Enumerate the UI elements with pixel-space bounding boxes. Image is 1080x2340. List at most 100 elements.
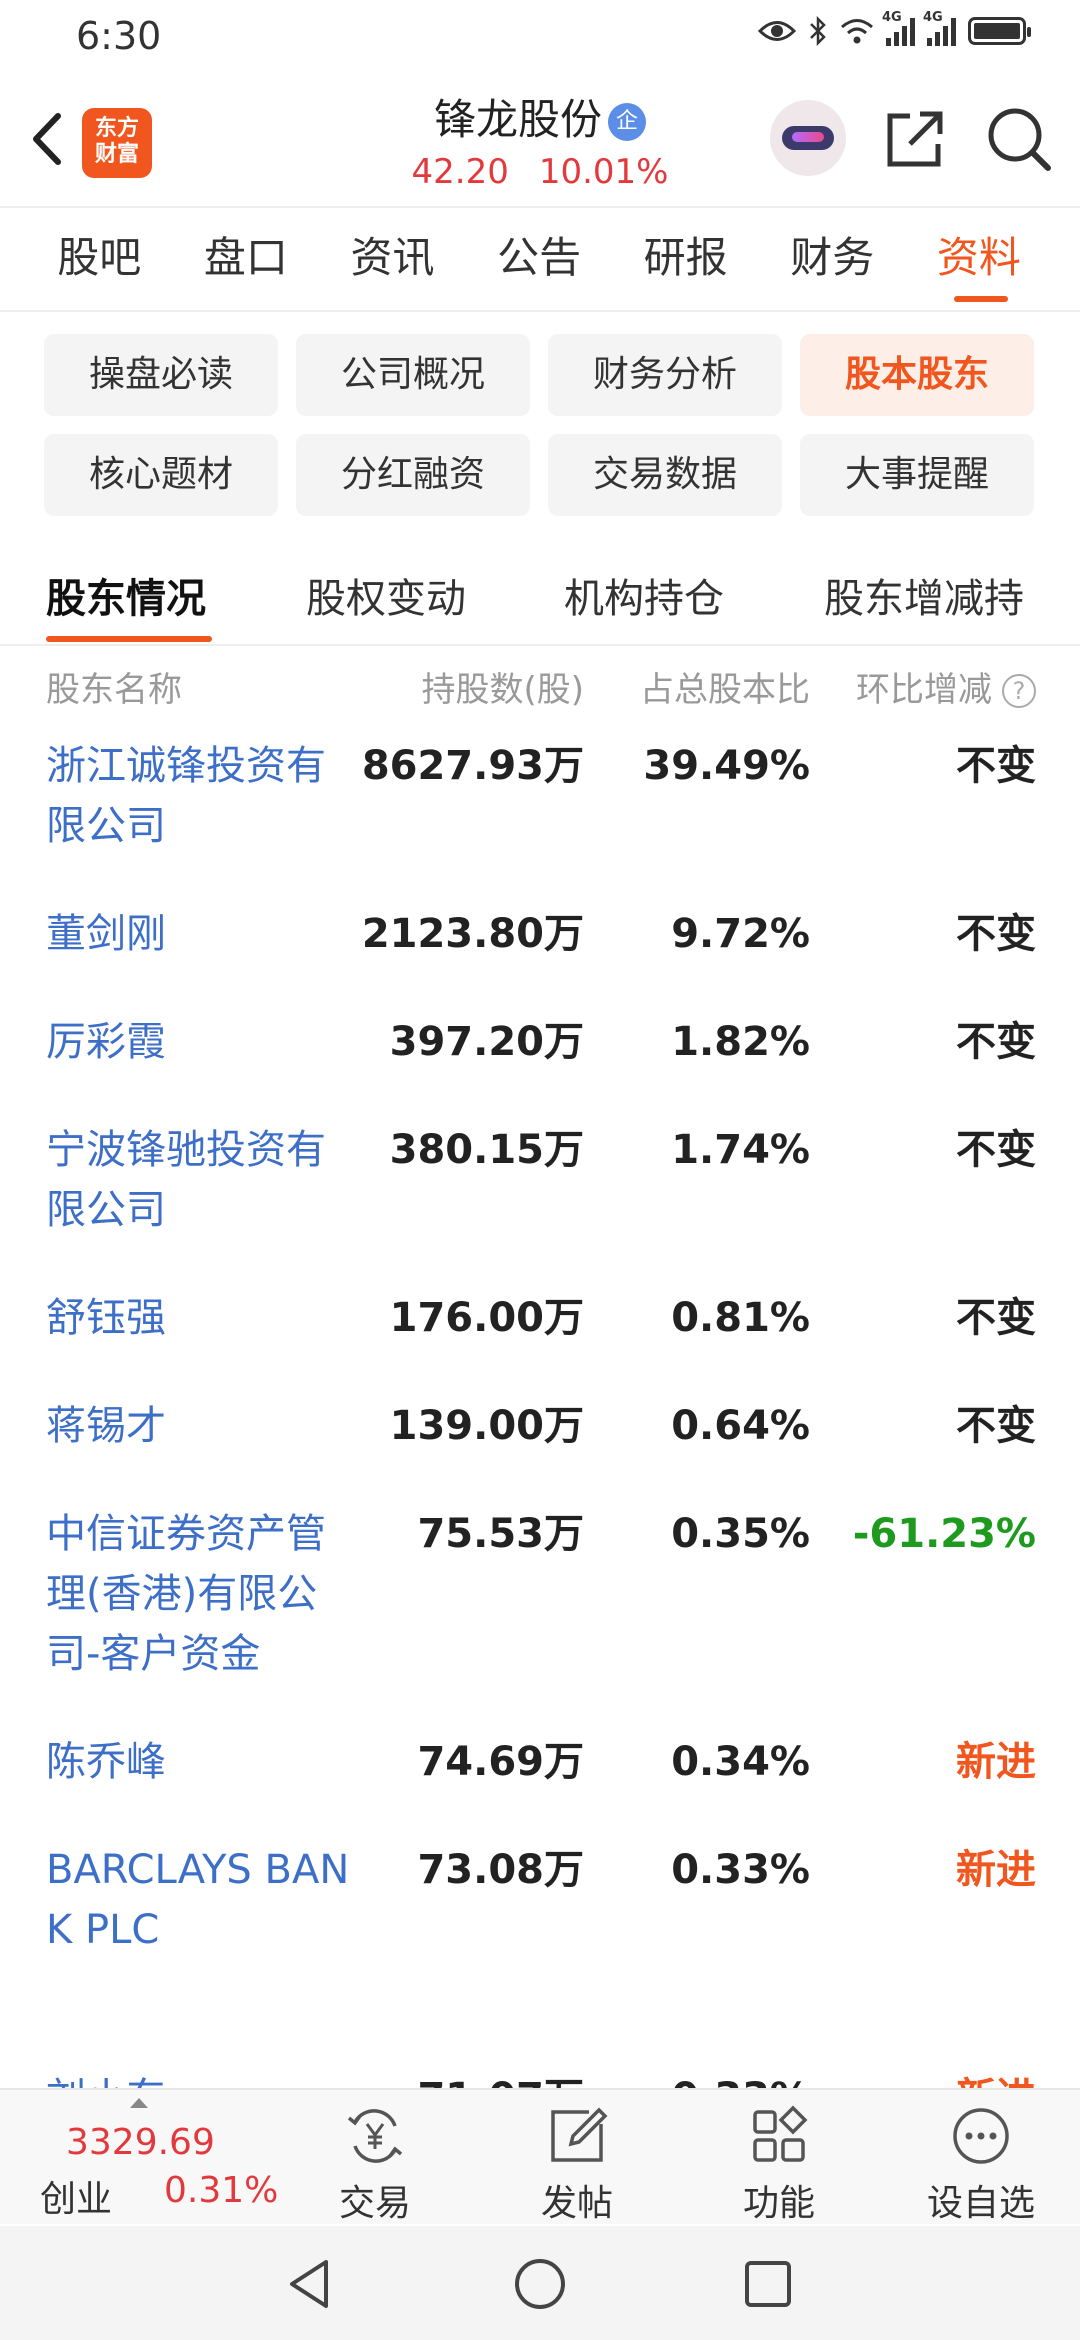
active-tab-indicator (46, 636, 212, 642)
stock-price: 42.20 (411, 152, 509, 192)
nav-functions-label: 功能 (742, 2183, 815, 2224)
section-divider (0, 644, 1080, 646)
shares-count: 397.20万 (389, 1019, 584, 1065)
bluetooth-icon (810, 16, 826, 46)
index-name: 创业 (40, 2179, 113, 2220)
tab-institution-holdings[interactable]: 机构持仓 (564, 566, 724, 624)
table-row[interactable]: 董剑刚 2123.80万 9.72% 不变 (0, 888, 1080, 996)
trading-data-button[interactable]: 交易数据 (548, 434, 782, 516)
tab-notice[interactable]: 公告 (466, 206, 613, 310)
nav-add-watchlist-label: 设自选 (926, 2183, 1035, 2224)
stock-header: 东方 财富 锋龙股份企 42.20 10.01% (0, 70, 1080, 206)
dividend-financing-button[interactable]: 分红融资 (296, 434, 530, 516)
nav-functions-button[interactable]: 功能 (714, 2104, 844, 2226)
shareholder-name-link[interactable]: 厉彩霞 (46, 1012, 356, 1072)
trading-guide-button[interactable]: 操盘必读 (44, 334, 278, 416)
change-value: 新进 (956, 1847, 1036, 1893)
tab-forum[interactable]: 股吧 (26, 206, 173, 310)
shares-count: 8627.93万 (361, 743, 584, 789)
tab-research[interactable]: 研报 (612, 206, 759, 310)
stock-change-pct: 10.01% (538, 152, 669, 192)
share-ratio: 1.82% (671, 1019, 810, 1065)
shareholder-tabs: 股东情况 股权变动 机构持仓 股东增减持 (0, 544, 1080, 644)
ai-assistant-icon[interactable] (770, 100, 846, 176)
shareholder-name-link[interactable]: 浙江诚锋投资有限公司 (46, 736, 356, 856)
signal-icon: 4G (882, 10, 915, 46)
shares-count: 2123.80万 (361, 911, 584, 957)
nav-trade-label: 交易 (338, 2183, 411, 2224)
shareholder-name-link[interactable]: 中信证券资产管理(香港)有限公司-客户资金 (46, 1504, 356, 1684)
trade-yen-icon (347, 2109, 403, 2163)
table-row[interactable]: 中信证券资产管理(香港)有限公司-客户资金 75.53万 0.35% -61.23% (0, 1488, 1080, 1716)
shares-count: 75.53万 (417, 1511, 584, 1557)
shareholder-table: 浙江诚锋投资有限公司 8627.93万 39.49% 不变董剑刚 2123.80万 9.7… (0, 720, 1080, 2160)
table-row[interactable]: 厉彩霞 397.20万 1.82% 不变 (0, 996, 1080, 1104)
nav-add-watchlist-button[interactable]: 设自选 (916, 2104, 1046, 2226)
table-row[interactable]: 舒钰强 176.00万 0.81% 不变 (0, 1272, 1080, 1380)
change-value: 不变 (956, 1295, 1036, 1341)
share-ratio: 9.72% (671, 911, 810, 957)
company-overview-button[interactable]: 公司概况 (296, 334, 530, 416)
tab-profile[interactable]: 资料 (906, 206, 1053, 310)
system-home-icon[interactable] (510, 2254, 570, 2314)
shares-count: 139.00万 (389, 1403, 584, 1449)
share-ratio: 0.33% (671, 1847, 810, 1893)
share-capital-button[interactable]: 股本股东 (800, 334, 1034, 416)
shareholder-name-link[interactable]: 董剑刚 (46, 904, 356, 964)
share-ratio: 0.64% (671, 1403, 810, 1449)
tab-quote[interactable]: 盘口 (173, 206, 320, 310)
tab-finance[interactable]: 财务 (759, 206, 906, 310)
table-header: 股东名称 持股数(股) 占总股本比 环比增减? (0, 656, 1080, 712)
tabs-divider (0, 310, 1080, 312)
signal-icon-2: 4G (923, 10, 956, 46)
post-edit-icon (551, 2107, 608, 2162)
tab-equity-change[interactable]: 股权变动 (306, 566, 466, 624)
events-reminder-button[interactable]: 大事提醒 (800, 434, 1034, 516)
shareholder-name-link[interactable]: 蒋锡才 (46, 1396, 356, 1456)
col-change-header: 环比增减? (856, 662, 1036, 711)
index-pct: 0.31% (164, 2170, 279, 2211)
change-value: 不变 (956, 911, 1036, 957)
shares-count: 74.69万 (417, 1739, 584, 1785)
main-tabs: 股吧 盘口 资讯 公告 研报 财务 资料 (0, 206, 1080, 310)
sub-section-buttons: 操盘必读 公司概况 财务分析 股本股东核心题材 分红融资 交易数据 大事提醒 (44, 334, 1044, 516)
status-time: 6:30 (76, 14, 162, 58)
system-back-icon[interactable] (280, 2254, 340, 2314)
table-row[interactable]: 蒋锡才 139.00万 0.64% 不变 (0, 1380, 1080, 1488)
table-row[interactable]: BARCLAYS BANK PLC 73.08万 0.33% 新进 (0, 1824, 1080, 2052)
nav-trade-button[interactable]: 交易 (310, 2104, 440, 2226)
expand-up-icon (130, 2098, 148, 2108)
share-icon[interactable] (880, 104, 950, 174)
stock-name: 锋龙股份 (433, 95, 602, 144)
table-row[interactable]: 陈乔峰 74.69万 0.34% 新进 (0, 1716, 1080, 1824)
shareholder-name-link[interactable]: 舒钰强 (46, 1288, 356, 1348)
grid-apps-icon (753, 2105, 808, 2162)
core-themes-button[interactable]: 核心题材 (44, 434, 278, 516)
system-recents-icon[interactable] (738, 2254, 798, 2314)
change-value: 不变 (956, 1127, 1036, 1173)
change-value: 不变 (956, 1403, 1036, 1449)
table-row[interactable]: 浙江诚锋投资有限公司 8627.93万 39.49% 不变 (0, 720, 1080, 888)
col-ratio-header: 占总股本比 (640, 670, 810, 710)
financial-analysis-button[interactable]: 财务分析 (548, 334, 782, 416)
network-type-label-2: 4G (923, 10, 943, 25)
table-row[interactable]: 宁波锋驰投资有限公司 380.15万 1.74% 不变 (0, 1104, 1080, 1272)
status-bar: 6:30 4G 4G (0, 0, 1080, 70)
tab-shareholder-status[interactable]: 股东情况 (46, 566, 206, 624)
shareholder-name-link[interactable]: 宁波锋驰投资有限公司 (46, 1120, 356, 1240)
more-dots-icon (953, 2108, 1009, 2164)
change-value: 不变 (956, 743, 1036, 789)
share-ratio: 0.35% (671, 1511, 810, 1557)
bottom-bar: 3329.69 创业 0.31% 交易 发帖 功能 设自选 (0, 2088, 1080, 2224)
col-change-label: 环比增减 (856, 670, 992, 710)
status-icons: 4G 4G (758, 10, 1031, 46)
search-icon[interactable] (984, 104, 1054, 174)
change-value: 新进 (956, 1739, 1036, 1785)
shareholder-name-link[interactable]: BARCLAYS BANK PLC (46, 1840, 356, 1960)
nav-post-button[interactable]: 发帖 (512, 2104, 642, 2226)
shareholder-name-link[interactable]: 陈乔峰 (46, 1732, 356, 1792)
app-root: 6:30 4G 4G 东方 财富 锋龙股份企 42.20 10.01% 股吧 盘口 资讯… (0, 0, 1080, 2340)
tab-shareholder-increase-decrease[interactable]: 股东增减持 (824, 566, 1024, 624)
tab-news[interactable]: 资讯 (319, 206, 466, 310)
help-icon[interactable]: ? (1002, 674, 1036, 708)
